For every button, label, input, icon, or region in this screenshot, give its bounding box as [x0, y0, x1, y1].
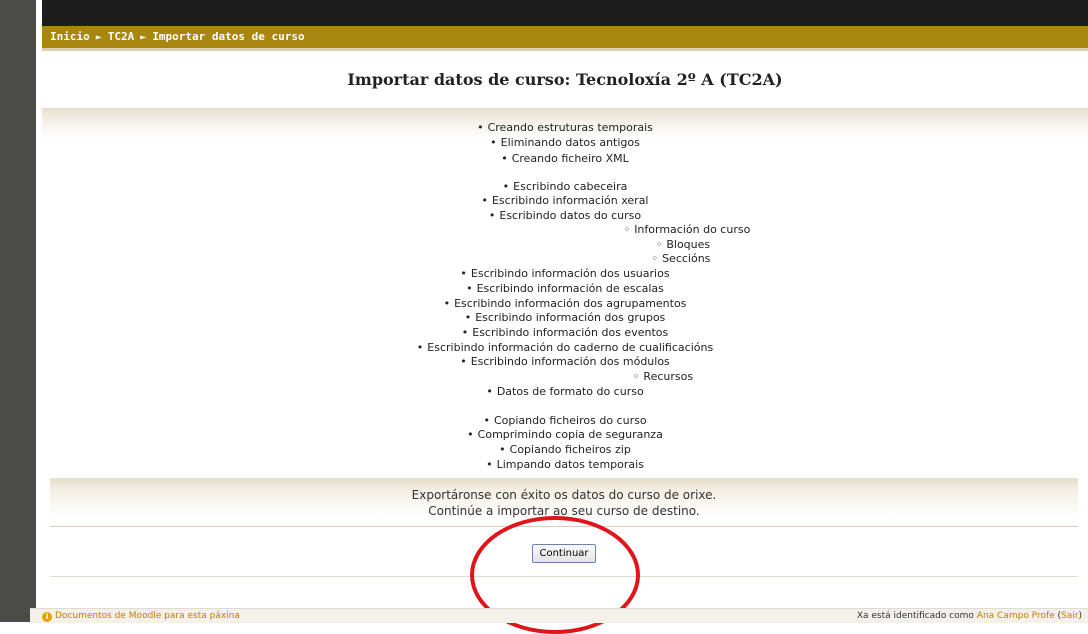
log-item-text: Escribindo información de escalas [476, 282, 664, 295]
log-item-text: Creando ficheiro XML [511, 152, 629, 165]
navigation-bar: Inicio ► TC2A ► Importar datos de curso [42, 26, 1088, 51]
log-item: • Escribindo información dos módulos [42, 355, 1088, 369]
moodle-docs-link[interactable]: i Documentos de Moodle para esta páxina [42, 609, 240, 623]
breadcrumb-course-link[interactable]: TC2A [108, 30, 135, 43]
log-item: • Escribindo información dos usuarios [42, 267, 1088, 281]
log-item: • Datos de formato do curso [42, 385, 1088, 399]
log-item-text: Copiando ficheiros do curso [493, 414, 647, 427]
breadcrumb-current: Importar datos de curso [152, 30, 305, 43]
bullet-icon: ◦ [651, 252, 659, 265]
header-bar [42, 0, 1088, 26]
bullet-icon: • [460, 267, 467, 280]
bullet-icon: • [443, 297, 451, 310]
log-item: • Copiando ficheiros do curso [42, 414, 1088, 428]
page-title: Importar datos de curso: Tecnoloxía 2º A… [347, 70, 783, 89]
log-item-text: Seccións [662, 252, 711, 265]
info-icon: i [42, 612, 52, 622]
log-item: • Escribindo información de escalas [42, 282, 1088, 296]
log-item: ◦ Recursos [42, 370, 1088, 384]
continue-button[interactable]: Continuar [532, 544, 596, 563]
log-item-text: Datos de formato do curso [496, 385, 644, 398]
log-item-text: Escribindo información do caderno de cua… [427, 341, 714, 354]
log-item: ◦ Información do curso [42, 223, 1088, 237]
log-item-text: Escribindo cabeceira [513, 180, 628, 193]
breadcrumb-home-link[interactable]: Inicio [50, 30, 90, 43]
log-item-text: Información do curso [634, 223, 751, 236]
log-item-text: Creando estruturas temporais [487, 121, 653, 134]
breadcrumb: Inicio ► TC2A ► Importar datos de curso [42, 26, 1088, 49]
bullet-icon: • [461, 326, 469, 339]
bullet-icon: • [488, 209, 496, 222]
log-item-text: Escribindo información dos eventos [472, 326, 669, 339]
bullet-icon: • [466, 282, 473, 295]
log-item-text: Eliminando datos antigos [500, 136, 640, 149]
backup-log-box: • Creando estruturas temporais • Eliminando… [42, 108, 1088, 477]
user-profile-link[interactable]: Ana Campo Profe [977, 611, 1055, 621]
log-item: • Escribindo información dos eventos [42, 326, 1088, 340]
bullet-icon: • [502, 180, 510, 193]
log-item-text: Comprimindo copia de seguranza [477, 428, 663, 441]
left-border [0, 0, 36, 622]
log-item: • Escribindo información do caderno de cu… [42, 341, 1088, 355]
logout-link[interactable]: Sair [1061, 611, 1078, 621]
bullet-icon: • [477, 121, 484, 134]
bullet-icon: • [501, 152, 508, 165]
log-item-text: Copiando ficheiros zip [509, 443, 631, 456]
result-message-line: Continúe a importar ao seu curso de dest… [428, 504, 700, 518]
log-item-text: Escribindo información dos grupos [475, 311, 666, 324]
log-item: ◦ Bloques [42, 238, 1088, 252]
log-item-text: Limpando datos temporais [496, 458, 644, 471]
log-item-text: Escribindo información xeral [491, 194, 649, 207]
footer: i Documentos de Moodle para esta páxina X… [30, 608, 1088, 623]
bullet-icon: • [464, 311, 472, 324]
bullet-icon: • [483, 414, 490, 427]
breadcrumb-separator-icon: ► [95, 32, 102, 43]
log-item-text: Escribindo información dos usuarios [470, 267, 670, 280]
bullet-icon: • [481, 194, 488, 207]
bullet-icon: • [486, 385, 493, 398]
log-item-text: Bloques [666, 238, 711, 251]
log-item-text: Escribindo información dos agrupamentos [454, 297, 687, 310]
log-item: • Eliminando datos antigos [42, 136, 1088, 150]
divider [50, 576, 1078, 577]
login-info: Xa está identificado como Ana Campo Prof… [856, 611, 1082, 621]
log-item: • Comprimindo copia de seguranza [42, 428, 1088, 442]
log-item-text: Recursos [643, 370, 694, 383]
log-item: • Copiando ficheiros zip [42, 443, 1088, 457]
bullet-icon: • [460, 355, 467, 368]
bullet-icon: • [416, 341, 424, 354]
bullet-icon: ◦ [623, 223, 631, 236]
log-item-text: Escribindo información dos módulos [470, 355, 670, 368]
bullet-icon: • [467, 428, 474, 441]
breadcrumb-separator-icon: ► [140, 32, 147, 43]
moodle-docs-link-label: Documentos de Moodle para esta páxina [55, 611, 240, 621]
bullet-icon: • [486, 458, 493, 471]
log-item: • Escribindo datos do curso [42, 209, 1088, 223]
result-message-line: Exportáronse con éxito os datos do curso… [411, 488, 717, 502]
bullet-icon: ◦ [655, 238, 663, 251]
log-item-text: Escribindo datos do curso [499, 209, 642, 222]
log-item: ◦ Seccións [42, 252, 1088, 266]
log-item: • Escribindo información xeral [42, 194, 1088, 208]
log-item: • Creando ficheiro XML [42, 152, 1088, 166]
bullet-icon: • [490, 136, 497, 149]
log-item: • Escribindo información dos agrupamentos [42, 297, 1088, 311]
login-info-prefix: Xa está identificado como [856, 611, 974, 621]
log-item: • Creando estruturas temporais [42, 121, 1088, 135]
bullet-icon: ◦ [632, 370, 640, 383]
result-message-box: Exportáronse con éxito os datos do curso… [50, 478, 1078, 527]
log-item: • Escribindo cabeceira [42, 180, 1088, 194]
log-item: • Limpando datos temporais [42, 458, 1088, 472]
bullet-icon: • [499, 443, 506, 456]
log-item: • Escribindo información dos grupos [42, 311, 1088, 325]
